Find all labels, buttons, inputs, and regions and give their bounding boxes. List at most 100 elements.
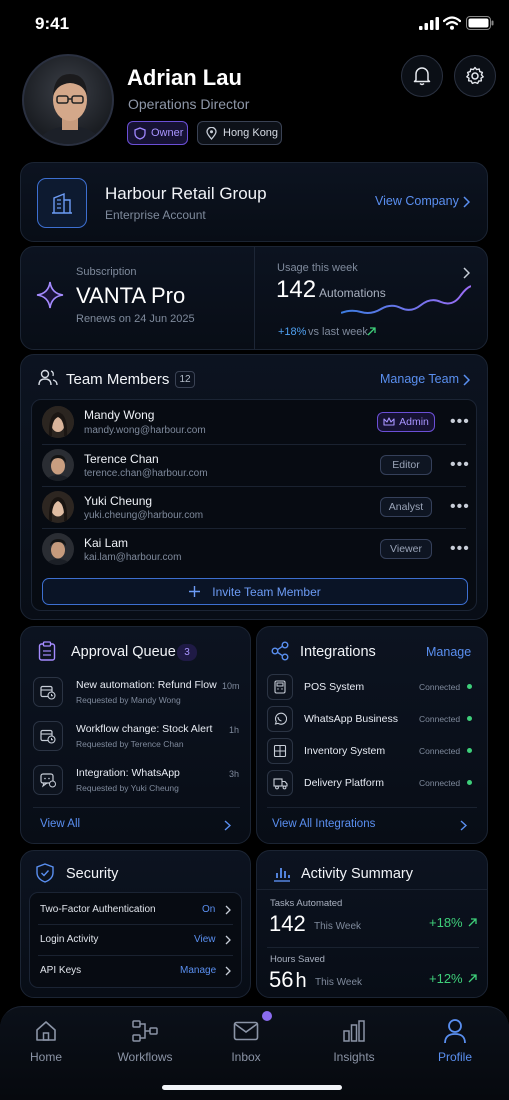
integration-status: Connected — [419, 778, 461, 788]
status-dot — [467, 780, 472, 785]
tasks-value: 142 — [269, 911, 306, 936]
role-badge-analyst[interactable]: Analyst — [380, 497, 432, 517]
approval-item-time: 10m — [222, 681, 240, 691]
location-badge: Hong Kong — [197, 121, 282, 145]
chevron-right-icon — [460, 820, 467, 831]
list-item[interactable]: Delivery Platform Connected — [267, 768, 477, 798]
notifications-button[interactable] — [401, 55, 443, 97]
avatar[interactable] — [22, 54, 114, 146]
security-item-label: API Keys — [40, 965, 82, 976]
plus-icon — [189, 586, 201, 597]
list-item[interactable]: Mandy Wong mandy.wong@harbour.com Admin … — [32, 400, 478, 444]
more-options-icon[interactable]: ••• — [450, 414, 470, 430]
company-account-type: Enterprise Account — [105, 208, 206, 222]
security-item-value: On — [202, 904, 216, 915]
list-item[interactable]: WhatsApp Business Connected — [267, 704, 477, 734]
approval-view-all-link[interactable]: View All — [40, 818, 80, 830]
integration-status: Connected — [419, 746, 461, 756]
owner-badge-label: Owner — [151, 127, 184, 139]
list-item[interactable]: Integration: WhatsApp Requested by Yuki … — [33, 762, 243, 802]
company-card[interactable]: Harbour Retail Group Enterprise Account … — [20, 162, 488, 242]
chevron-right-icon — [225, 905, 231, 915]
share-nodes-icon — [270, 641, 290, 661]
integration-name: Inventory System — [304, 745, 386, 757]
shield-icon — [134, 126, 146, 140]
security-item-label: Login Activity — [40, 934, 99, 945]
chevron-right-icon — [463, 374, 470, 386]
view-company-link[interactable]: View Company — [375, 194, 459, 208]
location-pin-icon — [206, 126, 217, 140]
security-item-value: Manage — [180, 965, 217, 976]
usage-change: +18% — [278, 326, 307, 338]
mail-icon — [233, 1018, 259, 1044]
view-all-integrations-link[interactable]: View All Integrations — [272, 818, 375, 830]
approval-item-time: 3h — [229, 769, 240, 779]
role-badge-admin[interactable]: Admin — [377, 412, 435, 432]
wifi-icon — [443, 16, 461, 30]
integrations-card: Integrations Manage POS System Connected… — [256, 626, 488, 844]
usage-label: Usage this week — [277, 262, 358, 274]
approval-title: Approval Queue — [71, 644, 176, 660]
settings-button[interactable] — [454, 55, 496, 97]
list-item[interactable]: Kai Lam kai.lam@harbour.com Viewer ••• — [32, 529, 478, 570]
member-email: mandy.wong@harbour.com — [84, 425, 206, 436]
chevron-right-icon — [225, 935, 231, 945]
member-email: yuki.cheung@harbour.com — [84, 510, 204, 521]
status-time: 9:41 — [35, 14, 70, 33]
security-card: Security Two-Factor Authentication On Lo… — [20, 850, 251, 998]
tab-home[interactable]: Home — [1, 1018, 91, 1064]
list-item[interactable]: Two-Factor Authentication On — [30, 893, 243, 924]
manage-team-link[interactable]: Manage Team — [380, 372, 459, 386]
home-indicator — [162, 1085, 342, 1090]
subscription-card[interactable]: Subscription VANTA Pro Renews on 24 Jun … — [20, 246, 488, 350]
invite-team-member-button[interactable]: Invite Team Member — [42, 578, 468, 605]
role-badge-editor[interactable]: Editor — [380, 455, 432, 475]
list-item[interactable]: Workflow change: Stock Alert Requested b… — [33, 718, 243, 758]
member-name: Kai Lam — [84, 536, 129, 550]
bar-chart-icon — [273, 864, 291, 882]
tab-label: Home — [29, 1050, 62, 1064]
usage-count: 142 — [276, 276, 317, 303]
list-item[interactable]: POS System Connected — [267, 672, 477, 702]
avatar — [42, 491, 74, 523]
tab-label: Inbox — [231, 1050, 261, 1064]
team-list: Mandy Wong mandy.wong@harbour.com Admin … — [31, 399, 477, 611]
list-item[interactable]: New automation: Refund Flow Requested by… — [33, 674, 243, 714]
chevron-right-icon — [225, 966, 231, 976]
list-item[interactable]: Login Activity View — [30, 925, 243, 955]
approval-item-title: Workflow change: Stock Alert — [76, 723, 213, 735]
integrations-title: Integrations — [300, 644, 376, 660]
list-item[interactable]: API Keys Manage — [30, 956, 243, 987]
tab-insights[interactable]: Insights — [309, 1018, 399, 1064]
integration-status: Connected — [419, 682, 461, 692]
tab-inbox[interactable]: Inbox — [201, 1018, 291, 1064]
whatsapp-icon — [267, 706, 293, 732]
list-item[interactable]: Inventory System Connected — [267, 736, 477, 766]
activity-title: Activity Summary — [301, 866, 413, 882]
more-options-icon[interactable]: ••• — [450, 541, 470, 557]
users-icon — [38, 369, 58, 387]
chevron-right-icon[interactable] — [463, 267, 470, 279]
calendar-clock-icon — [33, 721, 63, 751]
tab-profile[interactable]: Profile — [410, 1018, 500, 1064]
subscription-plan: VANTA Pro — [76, 283, 186, 308]
integrations-manage-link[interactable]: Manage — [426, 645, 471, 659]
delivery-truck-icon — [267, 770, 293, 796]
list-item[interactable]: Terence Chan terence.chan@harbour.com Ed… — [32, 445, 478, 486]
crown-icon — [383, 417, 395, 427]
integration-name: Delivery Platform — [304, 777, 384, 789]
more-options-icon[interactable]: ••• — [450, 457, 470, 473]
arrow-up-right-icon — [367, 327, 376, 336]
tasks-label: Tasks Automated — [270, 898, 343, 909]
list-item[interactable]: Yuki Cheung yuki.cheung@harbour.com Anal… — [32, 487, 478, 528]
home-icon — [34, 1018, 58, 1044]
role-badge-viewer[interactable]: Viewer — [380, 539, 432, 559]
approval-queue-card: Approval Queue 3 New automation: Refund … — [20, 626, 251, 844]
approval-item-sub: Requested by Terence Chan — [76, 739, 184, 749]
chat-bubble-icon — [33, 765, 63, 795]
tab-workflows[interactable]: Workflows — [100, 1018, 190, 1064]
inventory-box-icon — [267, 738, 293, 764]
member-name: Mandy Wong — [84, 408, 155, 422]
subscription-label: Subscription — [76, 266, 137, 278]
more-options-icon[interactable]: ••• — [450, 499, 470, 515]
